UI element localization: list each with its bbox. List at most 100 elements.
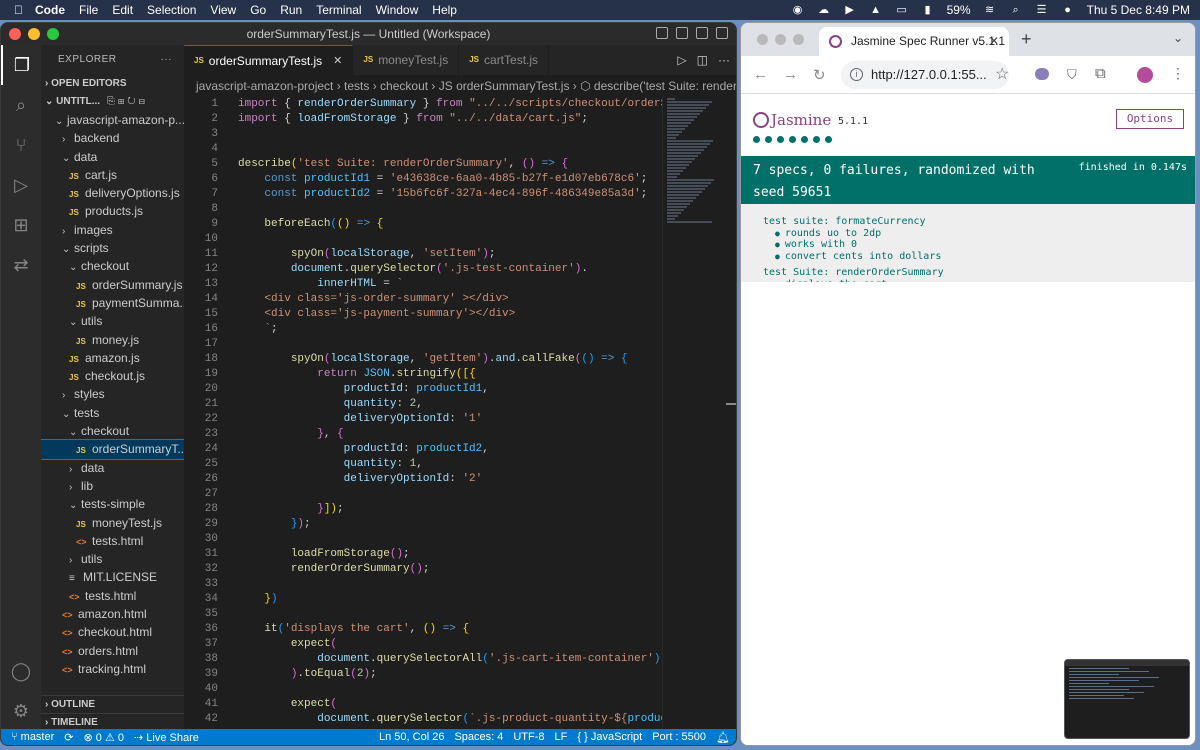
- close-window-button[interactable]: [9, 28, 21, 40]
- toggle-secondary-sidebar-icon[interactable]: [696, 27, 708, 39]
- code-line[interactable]: 18 spyOn(localStorage, 'getItem').and.ca…: [184, 352, 662, 367]
- code-line[interactable]: 41 expect(: [184, 697, 662, 712]
- code-line[interactable]: 5 describe('test Suite: renderOrderSummar…: [184, 157, 662, 172]
- tree-item[interactable]: › backend: [41, 129, 184, 147]
- screenshot-thumbnail[interactable]: [1064, 659, 1190, 739]
- code-line[interactable]: 9 beforeEach(() => {: [184, 217, 662, 232]
- code-line[interactable]: 1 import { renderOrderSummary } from "../…: [184, 97, 662, 112]
- code-line[interactable]: 37 expect(: [184, 637, 662, 652]
- app-menu[interactable]: Code: [35, 3, 65, 17]
- chrome-menu-icon[interactable]: ⋮: [1171, 65, 1187, 81]
- drive-icon[interactable]: ▲: [869, 4, 883, 16]
- tree-item[interactable]: › data: [41, 459, 184, 477]
- spec-passed-dot[interactable]: [825, 136, 832, 143]
- spec-result-link[interactable]: works with 0: [763, 239, 1195, 251]
- scroll-thumb[interactable]: [726, 403, 736, 405]
- close-tab-icon[interactable]: ✕: [333, 46, 342, 76]
- minimize-window-button[interactable]: [28, 28, 40, 40]
- accounts-icon[interactable]: ◯: [1, 651, 41, 691]
- menu-window[interactable]: Window: [376, 3, 419, 17]
- minimize-window-button[interactable]: [775, 34, 786, 45]
- maximize-window-button[interactable]: [793, 34, 804, 45]
- code-line[interactable]: 8: [184, 202, 662, 217]
- code-line[interactable]: 3: [184, 127, 662, 142]
- code-line[interactable]: 24 productId: productId2,: [184, 442, 662, 457]
- spec-passed-dot[interactable]: [801, 136, 808, 143]
- indentation[interactable]: Spaces: 4: [454, 731, 503, 744]
- tree-item[interactable]: ⌄ tests-simple: [41, 495, 184, 513]
- tab-cart-test[interactable]: JS cartTest.js: [459, 45, 550, 75]
- menu-run[interactable]: Run: [280, 3, 302, 17]
- spotlight-icon[interactable]: ⌕: [1009, 4, 1023, 16]
- tree-item[interactable]: › styles: [41, 385, 184, 403]
- suite-name-link[interactable]: test Suite: renderOrderSummary: [763, 267, 1195, 279]
- close-window-button[interactable]: [757, 34, 768, 45]
- code-line[interactable]: 26 deliveryOptionId: '2': [184, 472, 662, 487]
- code-line[interactable]: 36 it('displays the cart', () => {: [184, 622, 662, 637]
- tree-item[interactable]: ⌄ javascript-amazon-p...: [41, 111, 184, 129]
- tree-item[interactable]: ⌄ checkout: [41, 257, 184, 275]
- problems-indicator[interactable]: ⊗ 0 ⚠ 0: [84, 731, 124, 744]
- suite-name-link[interactable]: test suite: formateCurrency: [763, 216, 1195, 228]
- toggle-sidebar-icon[interactable]: [656, 27, 668, 39]
- code-line[interactable]: 42 document.querySelector(`.js-product-q…: [184, 712, 662, 727]
- screen-icon[interactable]: ▭: [895, 4, 909, 16]
- tree-item[interactable]: JS amazon.js: [41, 349, 184, 367]
- minimap[interactable]: [662, 97, 724, 731]
- toggle-panel-icon[interactable]: [676, 27, 688, 39]
- tab-order-summary-test[interactable]: JS orderSummaryTest.js ✕: [184, 45, 354, 76]
- code-line[interactable]: 14 <div class='js-order-summary' ></div>: [184, 292, 662, 307]
- code-line[interactable]: 22 deliveryOptionId: '1': [184, 412, 662, 427]
- tab-money-test[interactable]: JS moneyTest.js: [353, 45, 460, 75]
- clock[interactable]: Thu 5 Dec 8:49 PM: [1087, 3, 1190, 17]
- tree-item[interactable]: JS deliveryOptions.js: [41, 184, 184, 202]
- spec-result-link[interactable]: convert cents into dollars: [763, 251, 1195, 263]
- spec-passed-dot[interactable]: [813, 136, 820, 143]
- breadcrumb[interactable]: javascript-amazon-project › tests › chec…: [184, 75, 736, 97]
- record-icon[interactable]: ◉: [791, 4, 805, 16]
- address-bar[interactable]: i http://127.0.0.1:55...: [841, 61, 1009, 89]
- wifi-icon[interactable]: ≋: [983, 4, 997, 16]
- extensions-icon[interactable]: ⊞: [1, 205, 41, 245]
- reload-icon[interactable]: ↻: [813, 66, 826, 84]
- code-line[interactable]: 25 quantity: 1,: [184, 457, 662, 472]
- tree-item[interactable]: ⌄ tests: [41, 404, 184, 422]
- menu-terminal[interactable]: Terminal: [316, 3, 361, 17]
- code-line[interactable]: 38 document.querySelectorAll('.js-cart-i…: [184, 652, 662, 667]
- tree-item[interactable]: <> tracking.html: [41, 660, 184, 678]
- explorer-icon[interactable]: ❐: [1, 45, 41, 85]
- tree-item[interactable]: <> amazon.html: [41, 605, 184, 623]
- code-line[interactable]: 23 }, {: [184, 427, 662, 442]
- code-line[interactable]: 10: [184, 232, 662, 247]
- menu-selection[interactable]: Selection: [147, 3, 196, 17]
- open-editors-section[interactable]: › OPEN EDITORS: [41, 75, 184, 93]
- tree-item[interactable]: <> checkout.html: [41, 623, 184, 641]
- code-line[interactable]: 11 spyOn(localStorage, 'setItem');: [184, 247, 662, 262]
- more-actions-icon[interactable]: ···: [718, 53, 730, 67]
- menu-file[interactable]: File: [79, 3, 98, 17]
- vpn-icon[interactable]: ☁: [817, 4, 831, 16]
- browser-tab[interactable]: Jasmine Spec Runner v5.1.1 ✕: [819, 27, 1009, 56]
- cursor-position[interactable]: Ln 50, Col 26: [379, 731, 444, 744]
- options-button[interactable]: Options: [1116, 109, 1184, 129]
- customize-layout-icon[interactable]: [716, 27, 728, 39]
- tab-search-icon[interactable]: ⌄: [1173, 31, 1183, 45]
- split-editor-icon[interactable]: ◫: [697, 53, 708, 67]
- line-ending[interactable]: LF: [555, 731, 568, 744]
- explorer-toolbar-icons[interactable]: ⎘⊞↻⊟: [107, 96, 148, 107]
- spec-passed-dot[interactable]: [777, 136, 784, 143]
- code-line[interactable]: 27: [184, 487, 662, 502]
- tree-item[interactable]: <> orders.html: [41, 642, 184, 660]
- code-line[interactable]: 20 productId: productId1,: [184, 382, 662, 397]
- code-line[interactable]: 16 `;: [184, 322, 662, 337]
- tree-item[interactable]: <> tests.html: [41, 532, 184, 550]
- code-line[interactable]: 39 ).toEqual(2);: [184, 667, 662, 682]
- code-line[interactable]: 32 renderOrderSummary();: [184, 562, 662, 577]
- tree-item[interactable]: JS checkout.js: [41, 367, 184, 385]
- workspace-section[interactable]: ⌄ UNTITL... ⎘⊞↻⊟: [41, 93, 184, 111]
- code-line[interactable]: 4: [184, 142, 662, 157]
- tree-item[interactable]: JS orderSummaryT...: [41, 439, 184, 460]
- tree-item[interactable]: JS orderSummary.js: [41, 276, 184, 294]
- new-tab-icon[interactable]: +: [1021, 29, 1032, 50]
- live-share-button[interactable]: ⇢ Live Share: [134, 731, 199, 744]
